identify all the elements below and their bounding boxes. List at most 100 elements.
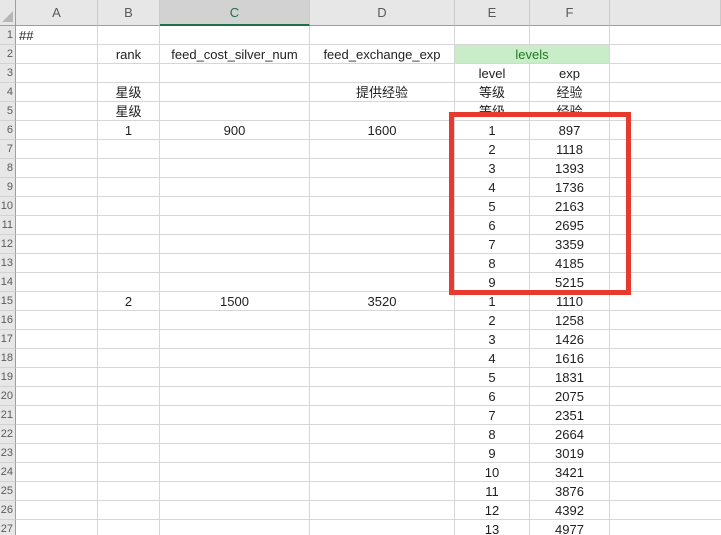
cell-d25[interactable]: [310, 482, 455, 501]
cell-c23[interactable]: [160, 444, 310, 463]
row-header-3[interactable]: 3: [0, 64, 16, 83]
cell-b18[interactable]: [98, 349, 160, 368]
cell-e6[interactable]: 1: [455, 121, 530, 140]
cell-f16[interactable]: 1258: [530, 311, 610, 330]
cell-c25[interactable]: [160, 482, 310, 501]
row-header-18[interactable]: 18: [0, 349, 16, 368]
cell-d19[interactable]: [310, 368, 455, 387]
cell-e26[interactable]: 12: [455, 501, 530, 520]
cell-d3[interactable]: [310, 64, 455, 83]
row-header-1[interactable]: 1: [0, 26, 16, 45]
cell-d5[interactable]: [310, 102, 455, 121]
cell-a6[interactable]: [16, 121, 98, 140]
cell-a27[interactable]: [16, 520, 98, 535]
cell-c7[interactable]: [160, 140, 310, 159]
cell-f9[interactable]: 1736: [530, 178, 610, 197]
cell-c8[interactable]: [160, 159, 310, 178]
cell-a7[interactable]: [16, 140, 98, 159]
cell-d27[interactable]: [310, 520, 455, 535]
cell-c19[interactable]: [160, 368, 310, 387]
cell-e14[interactable]: 9: [455, 273, 530, 292]
cell-e11[interactable]: 6: [455, 216, 530, 235]
cell-c16[interactable]: [160, 311, 310, 330]
cell-a13[interactable]: [16, 254, 98, 273]
select-all-corner[interactable]: [0, 0, 16, 26]
cell-b10[interactable]: [98, 197, 160, 216]
cell-c20[interactable]: [160, 387, 310, 406]
cell-c6[interactable]: 900: [160, 121, 310, 140]
cell-d14[interactable]: [310, 273, 455, 292]
cell-b17[interactable]: [98, 330, 160, 349]
cell-f12[interactable]: 3359: [530, 235, 610, 254]
cell-d1[interactable]: [310, 26, 455, 45]
row-header-12[interactable]: 12: [0, 235, 16, 254]
cell-e1[interactable]: [455, 26, 530, 45]
row-header-4[interactable]: 4: [0, 83, 16, 102]
cell-a15[interactable]: [16, 292, 98, 311]
row-header-19[interactable]: 19: [0, 368, 16, 387]
cell-b7[interactable]: [98, 140, 160, 159]
row-header-21[interactable]: 21: [0, 406, 16, 425]
cell-c21[interactable]: [160, 406, 310, 425]
cell-c14[interactable]: [160, 273, 310, 292]
cell-b2[interactable]: rank: [98, 45, 160, 64]
cell-a2[interactable]: [16, 45, 98, 64]
column-header-c[interactable]: C: [160, 0, 310, 26]
row-header-25[interactable]: 25: [0, 482, 16, 501]
row-header-14[interactable]: 14: [0, 273, 16, 292]
cell-b14[interactable]: [98, 273, 160, 292]
cell-b11[interactable]: [98, 216, 160, 235]
cell-blank-9[interactable]: [610, 178, 721, 197]
cell-d26[interactable]: [310, 501, 455, 520]
cell-a21[interactable]: [16, 406, 98, 425]
cell-d11[interactable]: [310, 216, 455, 235]
cell-d21[interactable]: [310, 406, 455, 425]
cell-blank-20[interactable]: [610, 387, 721, 406]
cell-b16[interactable]: [98, 311, 160, 330]
column-header-e[interactable]: E: [455, 0, 530, 26]
cell-a17[interactable]: [16, 330, 98, 349]
cell-e21[interactable]: 7: [455, 406, 530, 425]
cell-e5[interactable]: 等级: [455, 102, 530, 121]
cell-f11[interactable]: 2695: [530, 216, 610, 235]
cell-blank-6[interactable]: [610, 121, 721, 140]
row-header-9[interactable]: 9: [0, 178, 16, 197]
cell-b6[interactable]: 1: [98, 121, 160, 140]
column-header-d[interactable]: D: [310, 0, 455, 26]
cell-e10[interactable]: 5: [455, 197, 530, 216]
cell-d16[interactable]: [310, 311, 455, 330]
cell-f17[interactable]: 1426: [530, 330, 610, 349]
cell-f20[interactable]: 2075: [530, 387, 610, 406]
cell-e20[interactable]: 6: [455, 387, 530, 406]
cell-f7[interactable]: 1118: [530, 140, 610, 159]
cell-blank-1[interactable]: [610, 26, 721, 45]
cell-b20[interactable]: [98, 387, 160, 406]
cell-c26[interactable]: [160, 501, 310, 520]
cell-b4[interactable]: 星级: [98, 83, 160, 102]
cell-blank-3[interactable]: [610, 64, 721, 83]
cell-b1[interactable]: [98, 26, 160, 45]
row-header-11[interactable]: 11: [0, 216, 16, 235]
cell-e16[interactable]: 2: [455, 311, 530, 330]
cell-f14[interactable]: 5215: [530, 273, 610, 292]
cell-a8[interactable]: [16, 159, 98, 178]
cell-c22[interactable]: [160, 425, 310, 444]
cell-blank-23[interactable]: [610, 444, 721, 463]
cell-b21[interactable]: [98, 406, 160, 425]
cell-b22[interactable]: [98, 425, 160, 444]
cell-c27[interactable]: [160, 520, 310, 535]
cell-c2[interactable]: feed_cost_silver_num: [160, 45, 310, 64]
cell-a10[interactable]: [16, 197, 98, 216]
row-header-17[interactable]: 17: [0, 330, 16, 349]
cell-e8[interactable]: 3: [455, 159, 530, 178]
cell-c17[interactable]: [160, 330, 310, 349]
cell-a5[interactable]: [16, 102, 98, 121]
cell-d12[interactable]: [310, 235, 455, 254]
cell-blank-26[interactable]: [610, 501, 721, 520]
cell-e13[interactable]: 8: [455, 254, 530, 273]
cell-e27[interactable]: 13: [455, 520, 530, 535]
cell-f1[interactable]: [530, 26, 610, 45]
cell-d4[interactable]: 提供经验: [310, 83, 455, 102]
cell-a24[interactable]: [16, 463, 98, 482]
cell-d13[interactable]: [310, 254, 455, 273]
